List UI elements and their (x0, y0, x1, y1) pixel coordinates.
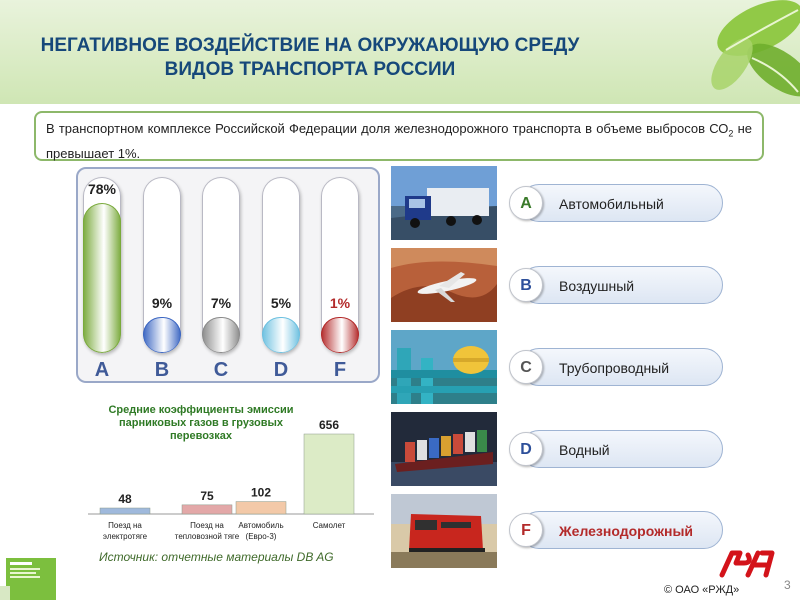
tube-label-c: 7% (210, 295, 232, 311)
legend-letter-b: B (509, 268, 543, 302)
tube-letter-c: C (213, 359, 229, 381)
page-number: 3 (784, 578, 791, 592)
tube-letter-b: B (154, 359, 170, 381)
bar-value-2: 102 (251, 486, 271, 500)
bar-value-3: 656 (319, 418, 339, 432)
tube-fill-b (143, 317, 181, 353)
report-thumbnail (0, 556, 58, 600)
legend-item-f: F Железнодорожный (509, 511, 723, 549)
truck-photo (391, 166, 497, 240)
info-text: В транспортном комплексе Российской Феде… (46, 121, 729, 136)
bar-chart: 48 Поезд на электротяге 75 Поезд на тепловозн… (88, 418, 374, 541)
bar-category-1-line-1: тепловозной тяге (175, 532, 240, 541)
tube-label-b: 9% (151, 295, 173, 311)
legend-letter-d: D (509, 432, 543, 466)
bar-category-3-line-0: Самолет (313, 521, 346, 530)
rzd-logo (718, 545, 780, 581)
legend-item-a: A Автомобильный (509, 184, 723, 222)
legend-item-c: C Трубопроводный (509, 348, 723, 386)
tube-letter-d: D (273, 359, 289, 381)
legend-letter-a: A (509, 186, 543, 220)
tube-fill-d (262, 317, 300, 353)
bar-0 (99, 507, 151, 515)
airplane-photo (391, 248, 497, 322)
bar-2 (235, 501, 287, 515)
bar-category-1-line-0: Поезд на (190, 521, 224, 530)
legend-label-a: Автомобильный (559, 196, 664, 212)
legend-item-b: B Воздушный (509, 266, 723, 304)
tube-b (143, 177, 181, 353)
legend-letter-f: F (509, 513, 543, 547)
bar-category-0-line-0: Поезд на (108, 521, 142, 530)
tube-label-d: 5% (270, 295, 292, 311)
title-line-2: ВИДОВ ТРАНСПОРТА РОССИИ (164, 59, 456, 80)
legend-label-d: Водный (559, 442, 610, 458)
train-photo (391, 494, 497, 568)
leaves-decoration (640, 0, 800, 104)
bar-category-0-line-1: электротяге (103, 532, 148, 541)
tube-fill-a (83, 203, 121, 353)
legend-item-d: D Водный (509, 430, 723, 468)
info-box: В транспортном комплексе Российской Феде… (34, 111, 764, 161)
tube-letter-f: F (333, 359, 347, 381)
title-line-1: НЕГАТИВНОЕ ВОЗДЕЙСТВИЕ НА ОКРУЖАЮЩУЮ СРЕ… (40, 35, 580, 56)
tube-label-f: 1% (329, 295, 351, 311)
bar-value-1: 75 (200, 489, 214, 503)
bar-category-2-line-0: Автомобиль (238, 521, 283, 530)
tube-a (83, 177, 121, 353)
tube-c (202, 177, 240, 353)
legend-label-c: Трубопроводный (559, 360, 670, 376)
page-title: НЕГАТИВНОЕ ВОЗДЕЙСТВИЕ НА ОКРУЖАЮЩУЮ СРЕ… (0, 34, 620, 82)
bar-category-2-line-1: (Евро-3) (246, 532, 277, 541)
legend-letter-c: C (509, 350, 543, 384)
tube-label-a: 78% (87, 181, 117, 197)
legend-label-b: Воздушный (559, 278, 635, 294)
tube-fill-c (202, 317, 240, 353)
tube-f (321, 177, 359, 353)
tube-letter-a: A (94, 359, 110, 381)
header-band: НЕГАТИВНОЕ ВОЗДЕЙСТВИЕ НА ОКРУЖАЮЩУЮ СРЕ… (0, 0, 800, 104)
tube-d (262, 177, 300, 353)
tube-fill-f (321, 317, 359, 353)
pipeline-photo (391, 330, 497, 404)
legend-label-f: Железнодорожный (559, 523, 694, 539)
ship-photo (391, 412, 497, 486)
tube-chart-panel: 78% A 9% B 7% C 5% D 1% F (76, 167, 380, 383)
bar-3 (303, 433, 355, 515)
copyright: © ОАО «РЖД» (664, 584, 740, 596)
bar-1 (181, 504, 233, 515)
bar-value-0: 48 (118, 492, 132, 506)
source-note: Источник: отчетные материалы DB AG (99, 550, 334, 564)
